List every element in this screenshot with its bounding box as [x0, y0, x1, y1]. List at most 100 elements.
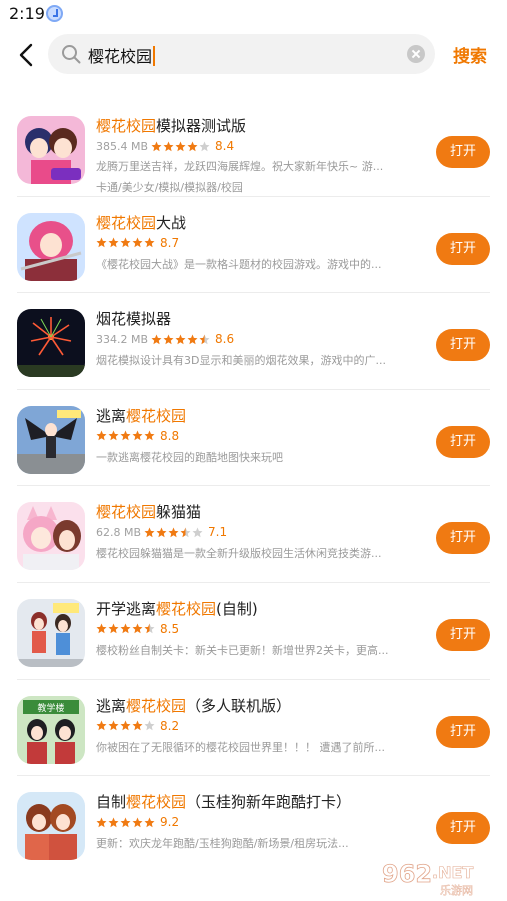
- anime-girls-icon[interactable]: [17, 116, 85, 184]
- pink-hair-fighter-icon[interactable]: [17, 212, 85, 281]
- star-rating: [144, 527, 204, 538]
- app-name[interactable]: 烟花模拟器: [96, 308, 171, 329]
- star-icon: [180, 527, 191, 538]
- watermark-suffix: .NET: [432, 863, 473, 882]
- app-name-highlight: 樱花校园: [156, 599, 217, 618]
- rating-score: 8.5: [160, 621, 180, 636]
- list-item[interactable]: 烟花模拟器 334.2 MB 8.6 烟花模拟设计具有3D显示和美丽的烟花效果，游戏中…: [17, 293, 490, 390]
- star-icon: [144, 817, 155, 827]
- rating-score: 8.4: [215, 139, 235, 153]
- star-icon: [144, 430, 155, 441]
- star-rating: [151, 334, 211, 345]
- list-item[interactable]: 樱花校园大战 8.7 《樱花校园大战》是一款格斗题材的校园游戏。游戏中的... 打开: [17, 197, 490, 294]
- rating-score: 8.8: [160, 428, 180, 443]
- app-name-highlight: 樱花校园: [96, 117, 157, 135]
- star-icon: [187, 334, 198, 344]
- app-name[interactable]: 樱花校园模拟器测试版: [96, 115, 246, 136]
- app-size: 385.4 MB: [96, 139, 149, 153]
- app-description: 《樱花校园大战》是一款格斗题材的校园游戏。游戏中的...: [96, 257, 382, 271]
- star-icon: [108, 623, 119, 634]
- app-name-highlight: 樱花校园: [96, 213, 157, 232]
- open-button[interactable]: 打开: [436, 329, 490, 362]
- star-icon: [163, 334, 174, 344]
- rating-score: 8.2: [160, 718, 180, 733]
- app-meta: 8.7: [96, 235, 179, 251]
- star-icon: [96, 623, 107, 634]
- star-icon: [151, 141, 162, 151]
- open-button[interactable]: 打开: [436, 715, 490, 748]
- search-icon: [62, 45, 81, 64]
- app-name[interactable]: 樱花校园大战: [96, 212, 186, 233]
- open-button[interactable]: 打开: [436, 522, 490, 555]
- star-icon: [132, 720, 143, 731]
- open-button[interactable]: 打开: [436, 232, 490, 265]
- search-query: 樱花校园: [88, 47, 153, 66]
- star-icon: [120, 623, 131, 634]
- star-rating: [151, 141, 211, 152]
- watermark-site: 乐游网: [440, 884, 473, 897]
- app-meta: 62.8 MB 7.1: [96, 524, 227, 540]
- star-icon: [108, 817, 119, 827]
- list-item[interactable]: 樱花校园模拟器测试版 385.4 MB 8.4 龙腾万里送吉祥，龙跃四海展辉煌。祝大家…: [17, 100, 490, 197]
- star-rating: [96, 817, 156, 828]
- list-item[interactable]: 开学逃离樱花校园(自制) 8.5 樱校粉丝自制关卡：新关卡已更新！新增世界2关卡，更…: [17, 583, 490, 680]
- watermark-number: 962: [382, 860, 432, 888]
- app-name-suffix: 躲猫猫: [156, 503, 202, 522]
- app-meta: 8.5: [96, 621, 179, 637]
- app-name-suffix: 模拟器测试版: [156, 117, 247, 135]
- app-description: 烟花模拟设计具有3D显示和美丽的烟花效果，游戏中的广...: [96, 354, 386, 368]
- list-item[interactable]: 逃离樱花校园 8.8 一款逃离樱花校园的跑酷地图快来玩吧 打开: [17, 390, 490, 487]
- app-meta: 8.2: [96, 718, 179, 734]
- couple-icon[interactable]: [17, 792, 85, 861]
- star-icon: [168, 527, 179, 538]
- rating-score: 7.1: [208, 525, 228, 540]
- star-icon: [132, 817, 143, 827]
- star-icon: [192, 527, 203, 538]
- list-item[interactable]: 教学楼 逃离樱花校园（多人联机版） 8.2 你被困在了无限循环的樱花校园世界里！！！ …: [17, 680, 490, 777]
- app-size: 62.8 MB: [96, 525, 142, 539]
- star-icon: [156, 527, 167, 538]
- search-header: 樱花校园 搜索: [0, 30, 507, 80]
- open-button[interactable]: 打开: [436, 136, 490, 168]
- app-status-icon: [46, 5, 63, 22]
- star-rating: [96, 430, 156, 441]
- star-icon: [120, 237, 131, 248]
- star-icon: [120, 720, 131, 731]
- app-name[interactable]: 逃离樱花校园: [96, 405, 186, 426]
- star-icon: [199, 141, 210, 151]
- app-name-highlight: 樱花校园: [126, 406, 187, 425]
- open-button[interactable]: 打开: [436, 425, 490, 458]
- app-tags: 卡通/美少女/模拟/模拟器/校园: [96, 181, 243, 194]
- app-meta: 334.2 MB 8.6: [96, 331, 234, 347]
- app-name[interactable]: 樱花校园躲猫猫: [96, 501, 201, 522]
- app-name-highlight: 樱花校园: [126, 696, 187, 715]
- list-item[interactable]: 樱花校园躲猫猫 62.8 MB 7.1 樱花校园躲猫猫是一款全新升级版校园生活休闲竞技…: [17, 486, 490, 583]
- star-icon: [132, 430, 143, 441]
- school-building-icon[interactable]: 教学楼: [17, 695, 85, 764]
- svg-text:教学楼: 教学楼: [37, 702, 64, 714]
- winged-figure-icon[interactable]: [17, 405, 85, 474]
- star-rating: [96, 623, 156, 634]
- search-button[interactable]: 搜索: [453, 42, 487, 67]
- app-description: 更新：欢庆龙年跑酷/玉桂狗跑酷/新场景/租房玩法...: [96, 837, 349, 851]
- star-icon: [108, 720, 119, 731]
- app-name[interactable]: 开学逃离樱花校园(自制): [96, 598, 258, 619]
- app-name-prefix: 烟花模拟器: [96, 310, 172, 329]
- star-icon: [96, 817, 107, 827]
- open-button[interactable]: 打开: [436, 812, 490, 845]
- back-arrow-icon[interactable]: [14, 42, 40, 68]
- clear-icon[interactable]: [407, 45, 425, 63]
- status-time: 2:19: [9, 4, 45, 23]
- star-icon: [144, 623, 155, 634]
- star-icon: [187, 141, 198, 151]
- students-icon[interactable]: [17, 598, 85, 667]
- open-button[interactable]: 打开: [436, 618, 490, 651]
- app-name[interactable]: 自制樱花校园（玉桂狗新年跑酷打卡）: [96, 791, 351, 812]
- search-input[interactable]: 樱花校园: [48, 34, 435, 74]
- fireworks-icon[interactable]: [17, 309, 85, 378]
- app-name[interactable]: 逃离樱花校园（多人联机版）: [96, 695, 291, 716]
- star-icon: [120, 430, 131, 441]
- cat-ear-girls-icon[interactable]: [17, 502, 85, 571]
- app-name-highlight: 樱花校园: [96, 503, 157, 522]
- app-description: 樱花校园躲猫猫是一款全新升级版校园生活休闲竞技类游...: [96, 547, 382, 561]
